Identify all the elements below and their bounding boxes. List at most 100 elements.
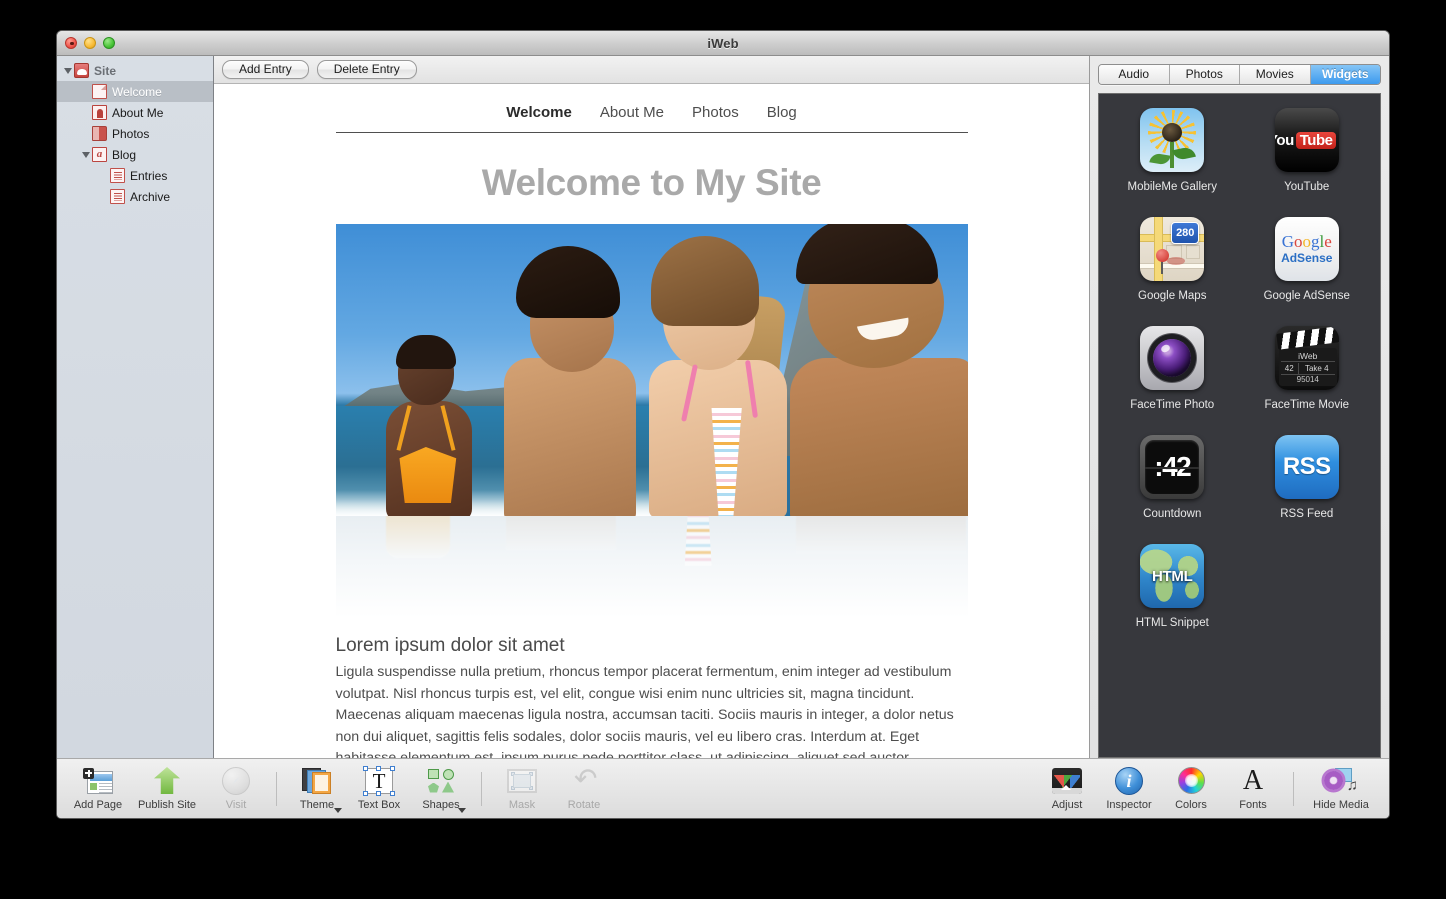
toolbar-separator <box>276 771 277 806</box>
toolbar-button-theme[interactable]: Theme <box>286 762 348 816</box>
sidebar-item-welcome[interactable]: Welcome <box>57 81 213 102</box>
rss-feed-icon: RSS <box>1274 435 1339 499</box>
widget-label: FaceTime Movie <box>1264 399 1350 411</box>
add-entry-button[interactable]: Add Entry <box>222 60 309 79</box>
widgets-grid[interactable]: MobileMe GalleryYouTube™YouTube280Google… <box>1098 93 1381 758</box>
entry-icon <box>110 168 125 183</box>
toolbar-button-label: Inspector <box>1106 798 1152 811</box>
media-tab-audio[interactable]: Audio <box>1099 65 1170 84</box>
toolbar-button-label: Hide Media <box>1313 798 1369 811</box>
widget-item-rss-feed[interactable]: RSS RSS Feed <box>1240 435 1375 544</box>
sidebar-item-blog[interactable]: a Blog <box>57 144 213 165</box>
rotate-icon: ↶ <box>574 763 598 795</box>
site-navigation-bar[interactable]: Welcome About Me Photos Blog <box>335 104 968 133</box>
hero-photo-reflection <box>335 516 968 618</box>
canvas-scroll-region[interactable]: Welcome About Me Photos Blog Welcome to My … <box>214 84 1089 758</box>
site-organizer-sidebar[interactable]: Site Welcome About Me Photos a Blog Entries Arc… <box>57 56 214 758</box>
body-heading[interactable]: Lorem ipsum dolor sit amet <box>336 635 968 657</box>
disclosure-triangle-icon[interactable] <box>61 68 74 74</box>
toolbar-button-inspector[interactable]: i Inspector <box>1098 762 1160 816</box>
text-box-icon: T <box>348 765 410 797</box>
add-page-icon <box>67 765 129 797</box>
site-nav-link-blog[interactable]: Blog <box>767 104 797 121</box>
adjust-icon <box>1036 765 1098 797</box>
shapes-icon <box>410 765 472 797</box>
toolbar-button-label: Visit <box>225 798 247 811</box>
widget-item-countdown[interactable]: :42 Countdown <box>1105 435 1240 544</box>
minimize-button[interactable] <box>84 37 96 49</box>
toolbar-button-mask: Mask <box>491 762 553 816</box>
sidebar-item-site[interactable]: Site <box>57 60 213 81</box>
sidebar-item-about-me[interactable]: About Me <box>57 102 213 123</box>
zoom-button[interactable] <box>103 37 115 49</box>
widget-label: YouTube <box>1284 181 1330 193</box>
body-text[interactable]: Ligula suspendisse nulla pretium, rhoncu… <box>336 662 968 758</box>
youtube-icon: YouTube™ <box>1274 108 1339 172</box>
widget-item-youtube[interactable]: YouTube™ YouTube <box>1240 108 1375 217</box>
site-nav-link-about-me[interactable]: About Me <box>600 104 664 121</box>
visit-icon <box>205 765 267 797</box>
site-nav-link-photos[interactable]: Photos <box>692 104 739 121</box>
widget-item-google-maps[interactable]: 280 Google Maps <box>1105 217 1240 326</box>
widget-item-facetime-photo[interactable]: FaceTime Photo <box>1105 326 1240 435</box>
sidebar-item-label: Site <box>94 63 117 78</box>
hero-photo[interactable] <box>335 224 968 516</box>
slate-number: 42 <box>1281 363 1299 374</box>
close-button[interactable] <box>65 37 77 49</box>
window-titlebar[interactable]: iWeb <box>57 31 1389 56</box>
disclosure-triangle-icon[interactable] <box>79 152 92 158</box>
entry-icon <box>110 189 125 204</box>
media-tab-widgets[interactable]: Widgets <box>1310 65 1380 84</box>
toolbar-button-colors[interactable]: Colors <box>1160 762 1222 816</box>
facetime-photo-icon <box>1140 326 1205 390</box>
toolbar-button-label: Text Box <box>357 798 401 811</box>
page-canvas[interactable]: Welcome About Me Photos Blog Welcome to My … <box>214 84 1089 758</box>
window-title: iWeb <box>707 36 739 51</box>
media-tab-bar[interactable]: Audio Photos Movies Widgets <box>1098 64 1381 85</box>
page-title[interactable]: Welcome to My Site <box>336 162 968 204</box>
fonts-icon: A <box>1242 764 1264 796</box>
person-right <box>786 224 968 516</box>
publish-site-icon <box>129 765 205 797</box>
youtube-tube-text: Tube <box>1295 131 1337 149</box>
toolbar-button-publish-site[interactable]: Publish Site <box>129 762 205 816</box>
toolbar-button-adjust[interactable]: Adjust <box>1036 762 1098 816</box>
widget-item-html-snippet[interactable]: HTML HTML Snippet <box>1105 544 1240 653</box>
delete-entry-button[interactable]: Delete Entry <box>316 60 417 79</box>
mask-icon <box>491 765 553 797</box>
page-icon <box>92 84 107 99</box>
sidebar-item-entries[interactable]: Entries <box>57 165 213 186</box>
toolbar-button-fonts[interactable]: A Fonts <box>1222 762 1284 816</box>
editor-area: Add Entry Delete Entry Welcome About Me Ph… <box>214 56 1089 758</box>
google-wordmark: Google <box>1281 231 1332 251</box>
chevron-down-icon[interactable] <box>334 807 342 813</box>
sidebar-item-photos[interactable]: Photos <box>57 123 213 144</box>
widget-item-mobileme-gallery[interactable]: MobileMe Gallery <box>1105 108 1240 217</box>
blog-entry-toolbar: Add Entry Delete Entry <box>214 56 1089 84</box>
chevron-down-icon[interactable] <box>458 807 466 813</box>
media-tab-photos[interactable]: Photos <box>1169 65 1240 84</box>
toolbar-button-label: Colors <box>1175 798 1207 811</box>
bottom-toolbar[interactable]: Add Page Publish Site Visit Theme T Text Box S… <box>57 758 1389 818</box>
toolbar-button-label: Fonts <box>1239 798 1267 811</box>
media-tab-movies[interactable]: Movies <box>1240 65 1311 84</box>
blog-icon: a <box>92 147 107 162</box>
toolbar-button-text-box[interactable]: T Text Box <box>348 762 410 816</box>
toolbar-button-shapes[interactable]: Shapes <box>410 762 472 816</box>
google-adsense-icon: Google AdSense <box>1274 217 1339 281</box>
sidebar-item-archive[interactable]: Archive <box>57 186 213 207</box>
person-left <box>376 335 494 516</box>
toolbar-button-hide-media[interactable]: ♫ Hide Media <box>1303 762 1379 816</box>
web-page-preview: Welcome About Me Photos Blog Welcome to My … <box>335 84 968 758</box>
widget-label: Countdown <box>1143 508 1202 520</box>
google-maps-icon: 280 <box>1140 217 1205 281</box>
site-nav-link-welcome[interactable]: Welcome <box>506 104 572 121</box>
rss-badge-text: RSS <box>1282 453 1331 480</box>
toolbar-button-label: Adjust <box>1051 798 1083 811</box>
widget-item-facetime-movie[interactable]: iWeb 42 Take 4 95014 FaceTime Movie <box>1240 326 1375 435</box>
toolbar-separator <box>481 771 482 806</box>
toolbar-button-add-page[interactable]: Add Page <box>67 762 129 816</box>
countdown-display: :42 <box>1154 451 1191 482</box>
widget-item-google-adsense[interactable]: Google AdSense Google AdSense <box>1240 217 1375 326</box>
photos-icon <box>92 126 107 141</box>
